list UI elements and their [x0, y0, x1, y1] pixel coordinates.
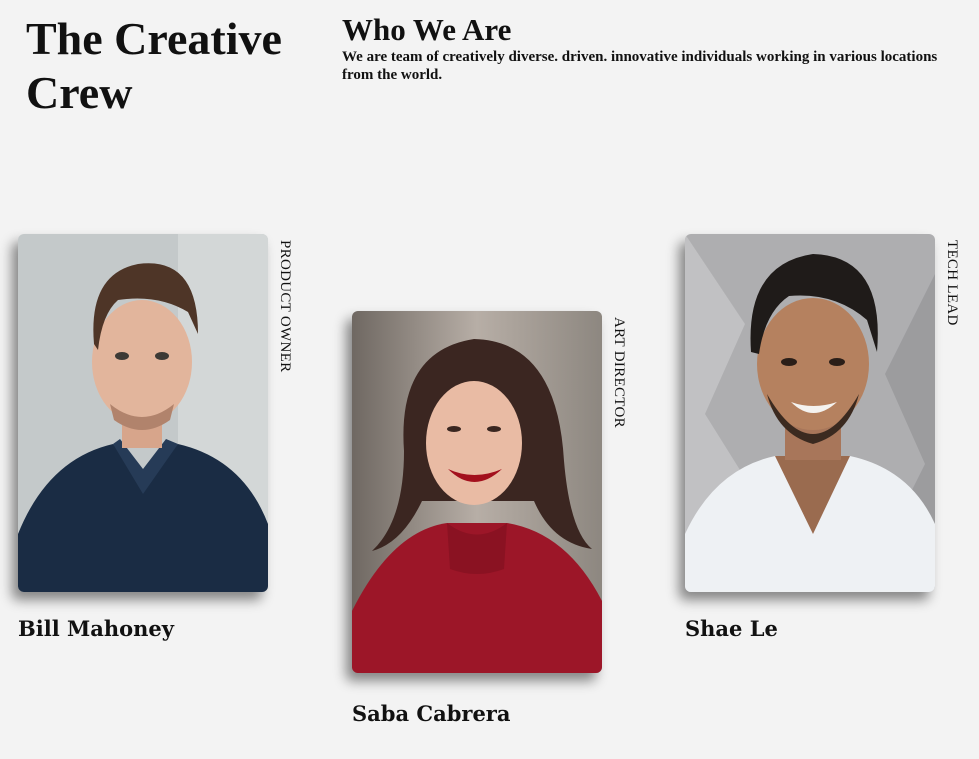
team-member-photo — [18, 234, 268, 592]
brand-title: The Creative Crew — [26, 13, 282, 118]
portrait-image — [685, 234, 935, 592]
team-member-name: Shae Le — [685, 616, 778, 641]
section-title: Who We Are — [342, 12, 512, 47]
team-member-name: Saba Cabrera — [352, 701, 511, 726]
team-member-role: PRODUCT OWNER — [277, 240, 293, 373]
team-member-name: Bill Mahoney — [18, 616, 174, 641]
team-member-photo — [685, 234, 935, 592]
portrait-image — [352, 311, 602, 673]
team-member-role: TECH LEAD — [944, 240, 960, 326]
team-member-photo — [352, 311, 602, 673]
page: The Creative Crew Who We Are We are team… — [0, 0, 979, 759]
intro-section: Who We Are We are team of creatively div… — [342, 12, 942, 84]
portrait-image — [18, 234, 268, 592]
team-member-role: ART DIRECTOR — [611, 317, 627, 428]
section-description: We are team of creatively diverse. drive… — [342, 49, 938, 83]
